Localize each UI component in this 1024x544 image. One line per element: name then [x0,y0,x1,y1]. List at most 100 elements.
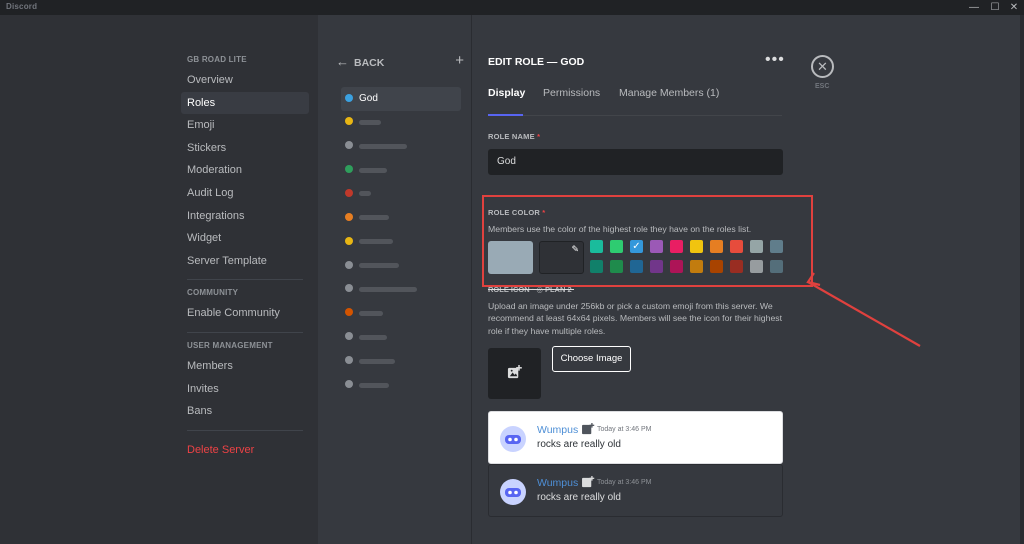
back-button[interactable]: BACK [354,57,384,69]
delete-server-button[interactable]: Delete Server [181,439,309,462]
annotation-arrow-icon [806,272,921,347]
role-icon-badge-icon [582,476,595,488]
avatar [500,479,526,505]
blurred-role-name [359,239,393,245]
role-name-input[interactable]: God [488,149,783,175]
preview-timestamp: Today at 3:46 PM [597,426,652,433]
role-list-item[interactable] [341,206,461,230]
role-color-dot [345,380,353,389]
sidebar-item-emoji[interactable]: Emoji [181,114,309,137]
role-list-item[interactable] [341,135,461,159]
avatar [500,426,526,452]
role-list-panel: ← BACK + God [318,15,472,544]
close-window-button[interactable]: ✕ [1004,0,1024,15]
sidebar-item-moderation[interactable]: Moderation [181,159,309,182]
preview-timestamp: Today at 3:46 PM [597,479,652,486]
annotation-highlight-box [482,195,813,287]
role-list-item[interactable]: God [341,87,461,111]
minimize-button[interactable]: — [964,0,984,15]
community-header: COMMUNITY [187,288,239,298]
preview-message: rocks are really old [537,492,621,503]
more-options-button[interactable]: ••• [765,51,785,69]
strikethrough [488,289,574,290]
blurred-role-name [359,334,387,340]
sidebar-item-roles[interactable]: Roles [181,91,309,115]
role-color-dot [345,117,353,126]
blurred-role-name [359,310,383,316]
divider [187,429,303,431]
maximize-button[interactable]: ☐ [985,0,1005,15]
user-management-header: USER MANAGEMENT [187,340,273,350]
sidebar-item-enable-community[interactable]: Enable Community [181,302,309,325]
preview-message: rocks are really old [537,439,621,450]
role-color-dot [345,141,353,150]
role-list-item[interactable] [341,230,461,254]
preview-username: Wumpus [537,424,579,436]
close-icon[interactable]: ✕ [811,55,834,78]
blurred-role-name [359,191,371,197]
role-color-dot [345,356,353,365]
choose-image-button[interactable]: Choose Image [552,346,631,372]
tab-manage-members[interactable]: Manage Members (1) [619,87,719,99]
role-preview-dark: Wumpus Today at 3:46 PM rocks are really… [488,464,783,517]
back-arrow-icon[interactable]: ← [336,54,349,69]
blurred-role-name [359,382,389,388]
tab-bar: Display Permissions Manage Members (1) [488,86,782,116]
esc-label: ESC [815,83,830,90]
preview-username: Wumpus [537,477,579,489]
app-title: Discord [6,2,38,11]
blurred-role-name [359,286,417,292]
role-color-dot [345,188,353,197]
page-title: EDIT ROLE — GOD [488,56,585,68]
sidebar-item-audit-log[interactable]: Audit Log [181,182,309,205]
role-list-header: ← BACK + [336,52,464,70]
tab-permissions[interactable]: Permissions [543,87,600,99]
divider [187,279,303,281]
role-name-label: ROLE NAME * [488,132,541,141]
divider [187,331,303,333]
blurred-role-name [359,143,407,149]
role-color-dot [345,165,353,174]
sidebar-item-integrations[interactable]: Integrations [181,205,309,228]
role-list: God [341,87,461,398]
role-color-dot [345,93,353,102]
tab-display[interactable]: Display [488,87,525,99]
active-tab-indicator [488,114,523,116]
sidebar-item-stickers[interactable]: Stickers [181,137,309,160]
role-list-item[interactable] [341,111,461,135]
scrollbar[interactable] [1020,15,1024,544]
role-color-dot [345,332,353,341]
sidebar-item-bans[interactable]: Bans [181,400,309,423]
role-list-item[interactable] [341,374,461,398]
title-bar: Discord — ☐ ✕ [0,0,1024,15]
role-list-item[interactable] [341,302,461,326]
blurred-role-name [359,358,395,364]
blurred-role-name [359,119,381,125]
sidebar-item-members[interactable]: Members [181,355,309,378]
blurred-role-name [359,215,389,221]
sidebar-item-widget[interactable]: Widget [181,227,309,250]
role-color-dot [345,308,353,317]
sidebar-item-overview[interactable]: Overview [181,69,309,92]
role-list-item[interactable] [341,278,461,302]
settings-sidebar: GB ROAD LITE Overview Roles Emoji Sticke… [0,15,318,544]
plus-icon[interactable]: + [455,52,464,69]
role-list-item[interactable] [341,326,461,350]
role-color-dot [345,284,353,293]
role-icon-badge-icon [582,423,595,435]
blurred-role-name [359,263,399,269]
role-icon-description: Upload an image under 256kb or pick a cu… [488,301,783,336]
sidebar-item-server-template[interactable]: Server Template [181,250,309,273]
role-color-dot [345,212,353,221]
role-list-item[interactable] [341,183,461,207]
role-list-item[interactable] [341,254,461,278]
role-color-dot [345,236,353,245]
blurred-role-name [359,167,387,173]
role-icon-upload[interactable] [488,348,541,399]
server-name-header: GB ROAD LITE [187,55,247,64]
role-list-item[interactable] [341,159,461,183]
role-list-item[interactable] [341,350,461,374]
role-preview-light: Wumpus Today at 3:46 PM rocks are really… [488,411,783,464]
role-name: God [359,93,378,104]
sidebar-item-invites[interactable]: Invites [181,378,309,401]
